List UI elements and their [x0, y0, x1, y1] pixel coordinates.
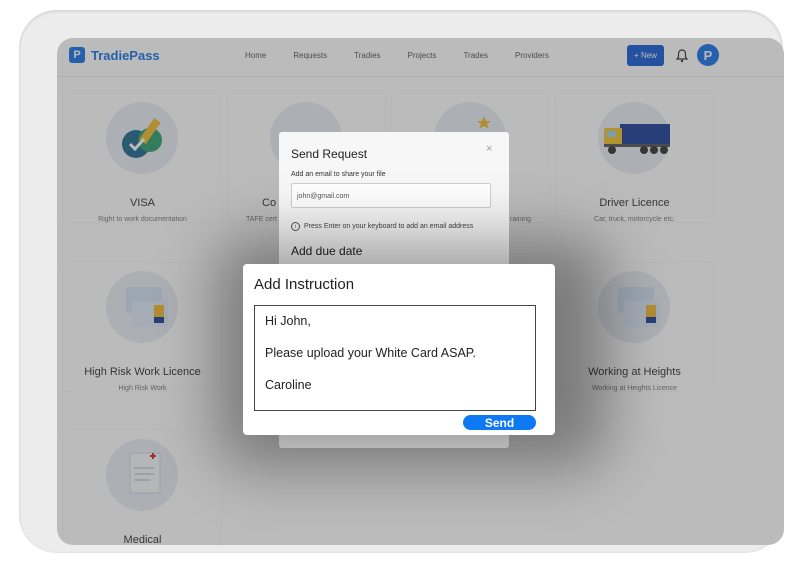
add-instruction-modal: Add Instruction Hi John, Please upload y…	[243, 264, 555, 435]
tablet-frame: P TradiePass Home Requests Tradies Proje…	[19, 10, 784, 553]
app-screen: P TradiePass Home Requests Tradies Proje…	[57, 38, 784, 545]
email-input[interactable]: john@gmail.com	[291, 183, 491, 208]
add-instruction-title: Add Instruction	[254, 276, 355, 293]
close-icon[interactable]: ×	[486, 143, 492, 155]
send-request-title: Send Request	[291, 147, 368, 161]
instruction-textarea[interactable]: Hi John, Please upload your White Card A…	[254, 305, 536, 411]
info-icon: i	[291, 222, 300, 231]
enter-hint-text: Press Enter on your keyboard to add an e…	[304, 223, 474, 230]
instruction-line: Please upload your White Card ASAP.	[265, 346, 477, 360]
send-button[interactable]: Send	[463, 415, 536, 430]
instruction-line: Hi John,	[265, 314, 311, 328]
enter-hint: i Press Enter on your keyboard to add an…	[291, 222, 473, 231]
email-label: Add an email to share your file	[291, 171, 386, 178]
instruction-line: Caroline	[265, 378, 312, 392]
